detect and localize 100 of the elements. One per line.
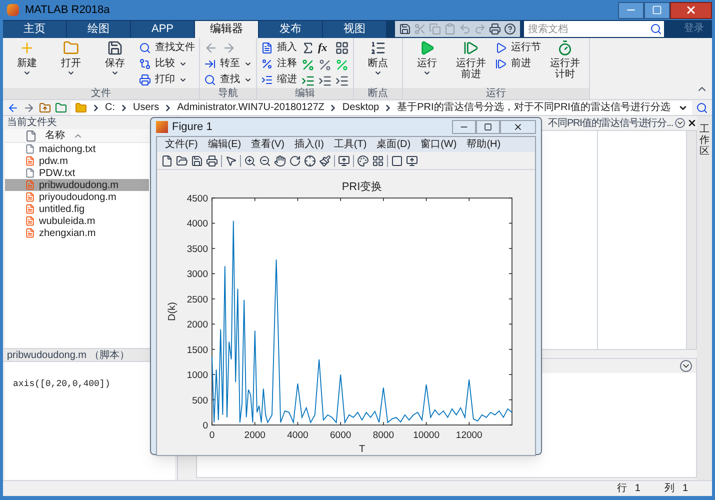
path-segment[interactable]: Administrator.WIN7U-20180127Z: [177, 100, 324, 115]
screen-icon[interactable]: [406, 154, 418, 166]
hand-icon[interactable]: [274, 154, 286, 166]
ribbon-small-button[interactable]: 前进: [495, 56, 541, 71]
file-row[interactable]: PDW.txt: [5, 167, 149, 179]
menu-item[interactable]: 插入(I): [294, 137, 324, 152]
ribbon-button[interactable]: 运行并计时: [545, 38, 585, 88]
ribbon-small-button[interactable]: 查找: [204, 72, 252, 87]
sigma-icon[interactable]: [301, 41, 315, 55]
maximize-button[interactable]: [644, 2, 670, 18]
ribbon-button[interactable]: 运行并前进: [451, 38, 491, 88]
ribbon-tab[interactable]: 发布: [259, 21, 322, 38]
square-icon[interactable]: [391, 154, 403, 166]
close-icon[interactable]: [687, 118, 697, 128]
ribbon-button[interactable]: 断点: [358, 38, 398, 88]
ribbon-small-button[interactable]: 比较: [139, 56, 195, 71]
file-name: zhengxian.m: [39, 226, 96, 240]
file-row[interactable]: untitled.fig: [5, 203, 149, 215]
file-name: maichong.txt: [39, 142, 96, 156]
file-row[interactable]: maichong.txt: [5, 143, 149, 155]
ribbon-button[interactable]: 新建: [7, 38, 47, 88]
zoom-in-icon[interactable]: [244, 154, 256, 166]
menu-item[interactable]: 查看(V): [251, 137, 284, 152]
restore-button[interactable]: [476, 120, 500, 134]
grid-icon[interactable]: [372, 154, 384, 166]
ribbon-small-button[interactable]: 转至: [204, 56, 252, 71]
save-icon[interactable]: [191, 154, 203, 166]
ribbon-button[interactable]: 保存: [95, 38, 135, 88]
search-field[interactable]: 搜索文档: [524, 21, 648, 37]
percent-icon[interactable]: [318, 58, 332, 72]
path-segment[interactable]: C:: [105, 100, 115, 115]
pointer-icon[interactable]: [225, 154, 237, 166]
x-tick-label: 12000: [456, 430, 482, 441]
address-field[interactable]: C: Users Administrator.WIN7U-20180127Z Desktop 基于PRI的雷达信号分选，对于不同PRI值的雷达信号进行分选: [71, 100, 692, 114]
path-segment[interactable]: 基于PRI的雷达信号分选，对于不同PRI值的雷达信号进行分选: [397, 100, 670, 115]
printer-icon[interactable]: [489, 23, 501, 35]
ribbon-small-button[interactable]: 运行节: [495, 40, 541, 55]
folder-icon[interactable]: [55, 102, 67, 114]
menu-item[interactable]: 工具(T): [334, 137, 367, 152]
save-icon[interactable]: [399, 23, 411, 35]
help-icon[interactable]: [504, 23, 516, 35]
clipboard-icon[interactable]: [444, 23, 456, 35]
ribbon-small-button[interactable]: 插入: [261, 40, 297, 55]
close-icon: [513, 122, 523, 132]
menu-icon[interactable]: [680, 360, 692, 372]
path-segment[interactable]: Users: [133, 100, 160, 115]
x-tick-label: 6000: [330, 430, 352, 441]
search-button[interactable]: [648, 21, 664, 37]
indent-icon[interactable]: [335, 74, 349, 88]
ribbon-tab[interactable]: 绘图: [67, 21, 130, 38]
column-header[interactable]: 名称: [45, 128, 65, 143]
editor-tab[interactable]: 不同PRI值的雷达信号进行分...: [548, 116, 673, 130]
close-button[interactable]: [670, 2, 712, 18]
small-tool-icon: [261, 74, 273, 86]
screen-icon[interactable]: [338, 154, 350, 166]
zoom-out-icon[interactable]: [259, 154, 271, 166]
matlab-logo-icon: [7, 4, 19, 16]
new-file-icon[interactable]: [161, 154, 173, 166]
ribbon-tab[interactable]: 主页: [3, 21, 66, 38]
brush-icon[interactable]: [319, 154, 331, 166]
open-folder-icon[interactable]: [176, 154, 188, 166]
file-row[interactable]: zhengxian.m: [5, 227, 149, 239]
ribbon-small-button[interactable]: 打印: [139, 72, 195, 87]
close-button[interactable]: [500, 120, 536, 134]
ribbon-small-button[interactable]: 注释: [261, 56, 297, 71]
menu-item[interactable]: 文件(F): [165, 137, 198, 152]
palette-icon[interactable]: [357, 154, 369, 166]
menu-item[interactable]: 编辑(E): [208, 137, 242, 152]
panel-title: pribwudoudong.m （脚本）: [7, 348, 130, 362]
menu-item[interactable]: 桌面(D): [376, 137, 411, 152]
crosshair-icon[interactable]: [304, 154, 316, 166]
menu-item[interactable]: 帮助(H): [466, 137, 501, 152]
ribbon-tab[interactable]: 视图: [323, 21, 386, 38]
indent-icon[interactable]: [301, 74, 315, 88]
x-tick-label: 2000: [244, 430, 266, 441]
folder-up-icon[interactable]: [39, 102, 51, 114]
ribbon-small-button[interactable]: 查找文件: [139, 40, 195, 55]
function-button[interactable]: fx: [318, 40, 332, 56]
forward-arrow-icon[interactable]: [23, 102, 35, 114]
indent-icon[interactable]: [318, 74, 332, 88]
grid-icon[interactable]: [335, 41, 349, 55]
ribbon-small-button[interactable]: 缩进: [261, 72, 297, 87]
rotate-icon[interactable]: [289, 154, 301, 166]
path-segment[interactable]: Desktop: [342, 100, 380, 115]
ribbon-tab[interactable]: 编辑器: [195, 21, 258, 38]
file-row[interactable]: pribwudoudong.m: [5, 179, 149, 191]
file-row[interactable]: pdw.m: [5, 155, 149, 167]
menu-item[interactable]: 窗口(W): [420, 137, 457, 152]
scrollbar[interactable]: [686, 131, 696, 349]
ribbon-button[interactable]: 运行: [407, 38, 447, 88]
search-icon[interactable]: [696, 102, 708, 114]
ribbon-button[interactable]: 打开: [51, 38, 91, 88]
back-arrow-icon[interactable]: [7, 102, 19, 114]
side-tab[interactable]: 工作区: [700, 124, 710, 157]
file-name: PDW.txt: [39, 166, 76, 180]
file-row[interactable]: wubuleida.m: [5, 215, 149, 227]
panel-title: 当前文件夹: [6, 116, 58, 129]
printer-icon[interactable]: [206, 154, 218, 166]
file-row[interactable]: priyoudoudong.m: [5, 191, 149, 203]
ribbon-tab[interactable]: APP: [131, 21, 194, 38]
